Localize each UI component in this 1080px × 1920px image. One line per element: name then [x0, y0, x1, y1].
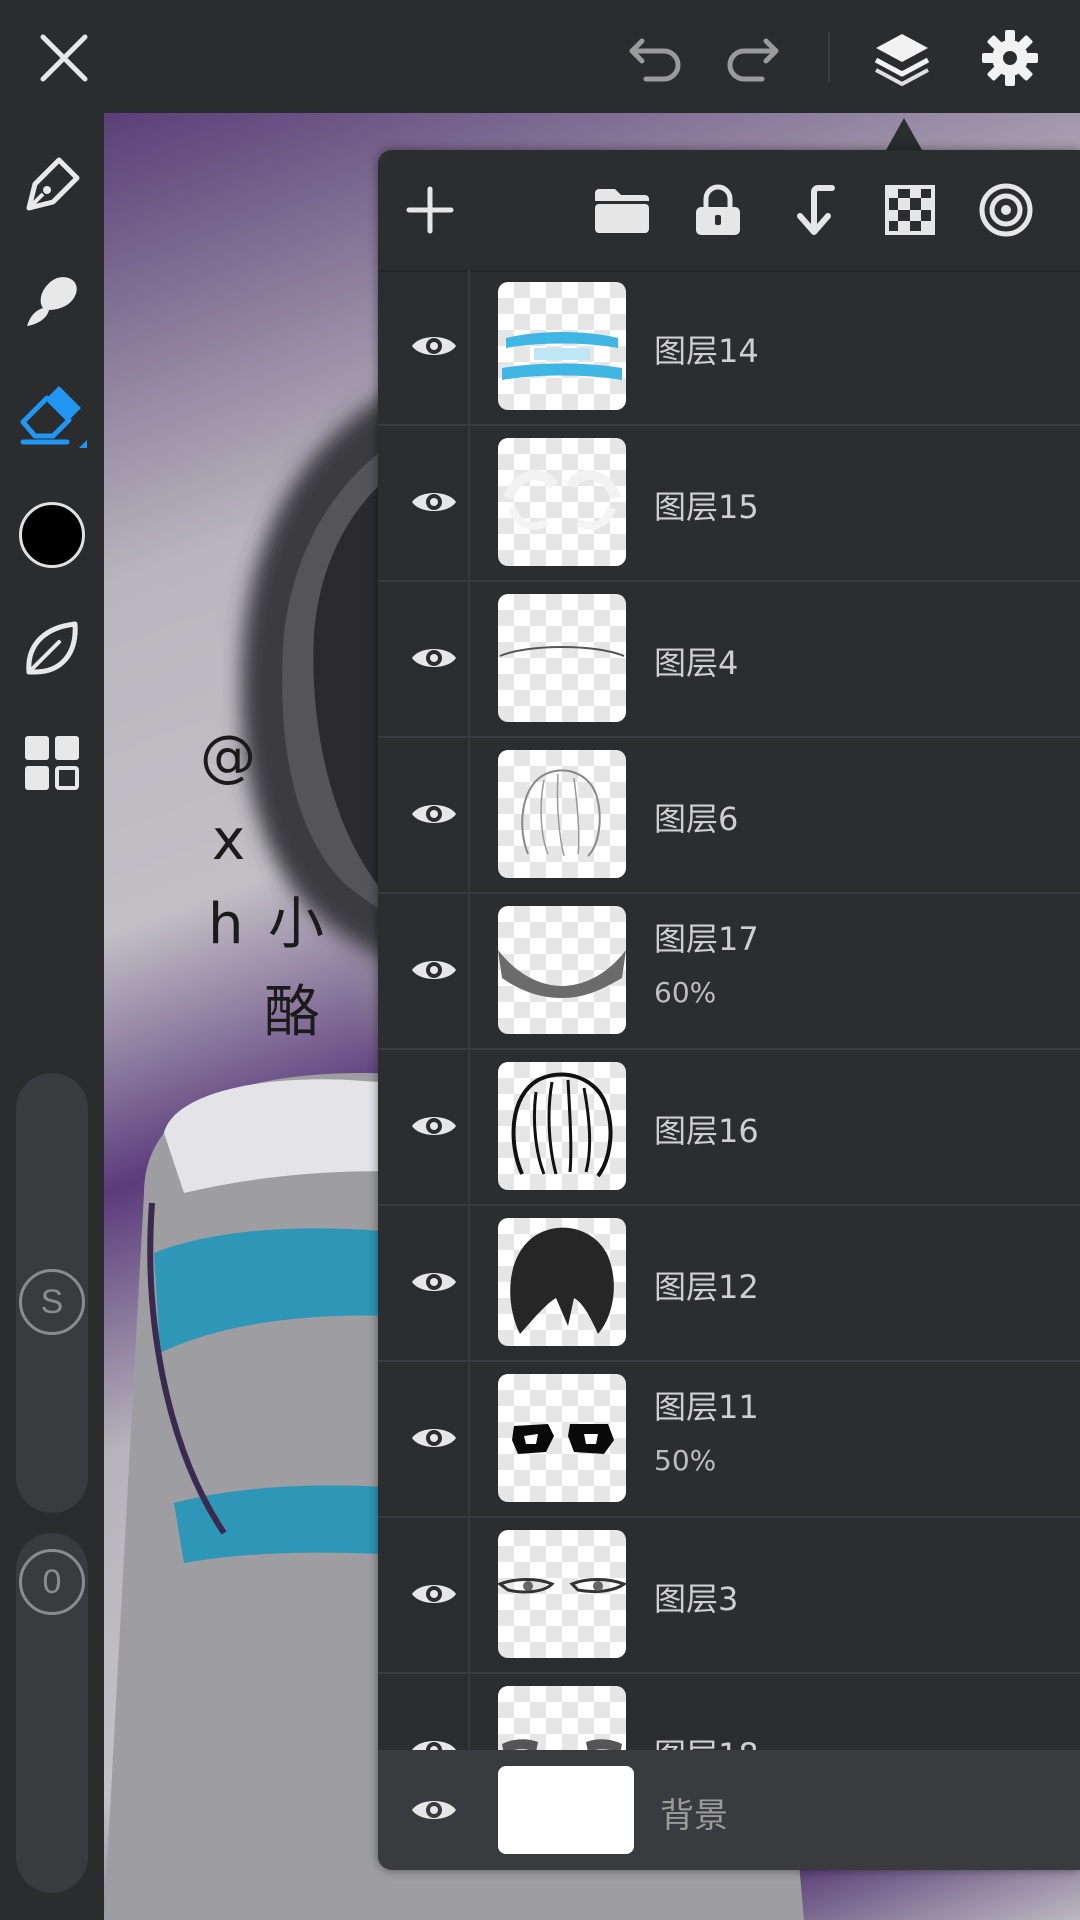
top-bar — [0, 0, 1080, 113]
signature-char: h — [208, 892, 244, 957]
brush-size-slider[interactable]: S — [16, 1073, 88, 1513]
size-knob[interactable]: S — [19, 1269, 85, 1335]
layers-panel: 图层14 图层15 图层4 图层6 图层17 60% 图层16 图层12 图层1… — [378, 150, 1080, 1870]
merge-down-icon[interactable] — [776, 172, 852, 248]
gallery-icon[interactable] — [14, 725, 90, 801]
panel-caret — [886, 118, 922, 150]
layer-name: 图层16 — [654, 1112, 759, 1150]
color-swatch[interactable] — [14, 497, 90, 573]
layer-list[interactable]: 图层14 图层15 图层4 图层6 图层17 60% 图层16 图层12 图层1… — [378, 270, 1080, 1870]
row-divider — [468, 580, 470, 736]
row-divider — [468, 1048, 470, 1204]
undo-icon[interactable] — [618, 20, 694, 96]
visibility-eye-icon[interactable] — [396, 620, 472, 696]
signature-char: 酪 — [264, 980, 320, 1045]
layer-name: 图层14 — [654, 332, 759, 370]
smudge-tool-icon[interactable] — [14, 263, 90, 339]
layer-row[interactable]: 图层15 — [378, 424, 1080, 582]
layer-thumbnail — [498, 750, 626, 878]
layer-thumbnail — [498, 906, 626, 1034]
pen-tool-icon[interactable] — [14, 147, 90, 223]
layer-name: 图层3 — [654, 1580, 739, 1618]
visibility-eye-icon[interactable] — [396, 1772, 472, 1848]
size-label: S — [40, 1282, 64, 1321]
signature-char: @ — [200, 724, 256, 789]
left-toolbar: S 0 — [0, 113, 104, 1920]
visibility-eye-icon[interactable] — [396, 1400, 472, 1476]
layer-row[interactable]: 图层16 — [378, 1048, 1080, 1206]
background-layer-name: 背景 — [660, 1796, 728, 1836]
visibility-eye-icon[interactable] — [396, 1556, 472, 1632]
layer-row[interactable]: 图层3 — [378, 1516, 1080, 1674]
layer-row[interactable]: 图层4 — [378, 580, 1080, 738]
brush-opacity-slider[interactable]: 0 — [16, 1533, 88, 1893]
layer-opacity: 50% — [654, 1444, 717, 1477]
layer-thumbnail — [498, 1530, 626, 1658]
row-divider — [468, 1360, 470, 1516]
eraser-tool-icon[interactable] — [14, 379, 90, 455]
layer-name: 图层6 — [654, 800, 739, 838]
layer-row[interactable]: 图层12 — [378, 1204, 1080, 1362]
layer-thumbnail — [498, 1218, 626, 1346]
leaf-tool-icon[interactable] — [14, 611, 90, 687]
redo-icon[interactable] — [714, 20, 790, 96]
signature-char: x — [212, 808, 246, 873]
background-layer-row[interactable]: 背景 — [378, 1750, 1080, 1870]
layer-row[interactable]: 图层14 — [378, 270, 1080, 426]
signature-char: 小 — [268, 892, 324, 957]
visibility-eye-icon[interactable] — [396, 776, 472, 852]
layer-name: 图层11 — [654, 1388, 759, 1426]
layer-row[interactable]: 图层6 — [378, 736, 1080, 894]
row-divider — [468, 892, 470, 1048]
visibility-eye-icon[interactable] — [396, 1244, 472, 1320]
layer-name: 图层4 — [654, 644, 739, 682]
layers-toolbar — [378, 150, 1080, 272]
row-divider — [468, 1516, 470, 1672]
layer-thumbnail — [498, 1374, 626, 1502]
row-divider — [468, 270, 470, 424]
row-divider — [468, 424, 470, 580]
background-thumbnail — [498, 1766, 634, 1854]
row-divider — [468, 1204, 470, 1360]
blend-mode-icon[interactable] — [968, 172, 1044, 248]
layer-thumbnail — [498, 438, 626, 566]
visibility-eye-icon[interactable] — [396, 932, 472, 1008]
close-icon[interactable] — [26, 20, 102, 96]
visibility-eye-icon[interactable] — [396, 464, 472, 540]
lock-icon[interactable] — [680, 172, 756, 248]
layers-icon[interactable] — [864, 20, 940, 96]
folder-icon[interactable] — [584, 172, 660, 248]
opacity-label: 0 — [42, 1562, 62, 1601]
transparency-icon[interactable] — [872, 172, 948, 248]
opacity-knob[interactable]: 0 — [19, 1549, 85, 1615]
layer-row[interactable]: 图层11 50% — [378, 1360, 1080, 1518]
add-layer-icon[interactable] — [392, 172, 468, 248]
layer-thumbnail — [498, 1062, 626, 1190]
row-divider — [468, 736, 470, 892]
visibility-eye-icon[interactable] — [396, 1088, 472, 1164]
layer-thumbnail — [498, 282, 626, 410]
layer-name: 图层15 — [654, 488, 759, 526]
layer-opacity: 60% — [654, 976, 717, 1009]
gear-icon[interactable] — [972, 20, 1048, 96]
layer-row[interactable]: 图层17 60% — [378, 892, 1080, 1050]
layer-name: 图层12 — [654, 1268, 759, 1306]
toolbar-divider — [828, 32, 830, 82]
visibility-eye-icon[interactable] — [396, 308, 472, 384]
layer-thumbnail — [498, 594, 626, 722]
layer-name: 图层17 — [654, 920, 759, 958]
